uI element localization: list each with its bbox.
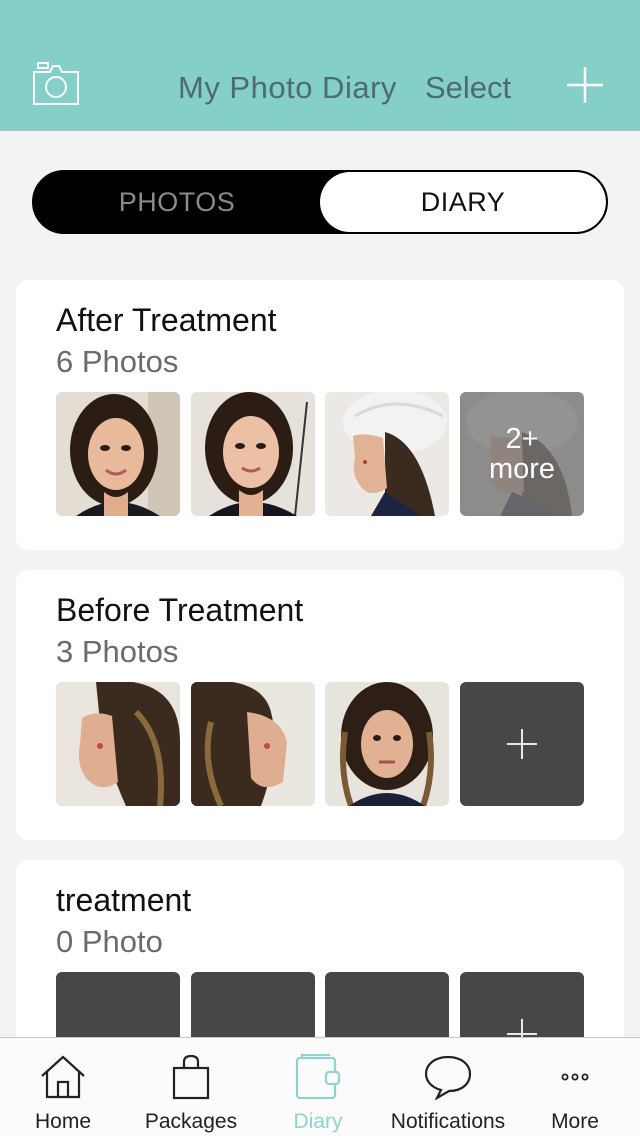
ellipsis-icon xyxy=(560,1054,590,1100)
tab-home[interactable]: Home xyxy=(22,1038,104,1136)
photo-thumbnail[interactable] xyxy=(56,682,180,806)
album-card-before-treatment[interactable]: Before Treatment 3 Photos xyxy=(16,570,624,840)
bottom-tab-bar: Home Packages Diary Notifications More xyxy=(0,1037,640,1136)
photo-thumbnail[interactable] xyxy=(191,682,315,806)
more-label: more xyxy=(488,453,556,485)
tab-label: Packages xyxy=(144,1110,238,1133)
tab-label: Home xyxy=(34,1110,92,1133)
photo-thumbnail[interactable] xyxy=(325,682,449,806)
diary-icon xyxy=(294,1054,342,1100)
select-button[interactable]: Select xyxy=(425,70,511,106)
more-count: 2+ xyxy=(505,423,539,455)
tab-packages[interactable]: Packages xyxy=(140,1038,242,1136)
top-bar: My Photo Diary Select xyxy=(0,0,640,131)
album-name: After Treatment xyxy=(56,302,277,338)
album-photo-count: 3 Photos xyxy=(56,634,179,669)
add-icon[interactable] xyxy=(566,66,604,104)
album-card-after-treatment[interactable]: After Treatment 6 Photos 2+ more xyxy=(16,280,624,550)
more-overlay: 2+ more xyxy=(460,392,584,516)
shopping-bag-icon xyxy=(171,1054,211,1100)
album-name: Before Treatment xyxy=(56,592,304,628)
camera-icon[interactable] xyxy=(30,58,82,110)
thumbnail-row: 2+ more xyxy=(56,392,584,516)
tab-diary[interactable]: DIARY xyxy=(320,172,606,232)
tab-photos[interactable]: PHOTOS xyxy=(34,172,320,232)
photo-thumbnail[interactable] xyxy=(325,392,449,516)
album-photo-count: 6 Photos xyxy=(56,344,179,379)
photo-thumbnail[interactable] xyxy=(56,392,180,516)
tab-notifications[interactable]: Notifications xyxy=(388,1038,508,1136)
tab-label: More xyxy=(551,1110,599,1133)
add-photo-tile[interactable] xyxy=(460,682,584,806)
album-name: treatment xyxy=(56,882,192,918)
tab-diary[interactable]: Diary xyxy=(282,1038,354,1136)
page-title: My Photo Diary xyxy=(178,70,397,105)
thumbnail-row xyxy=(56,682,584,806)
more-photos-tile[interactable]: 2+ more xyxy=(460,392,584,516)
home-icon xyxy=(39,1054,87,1100)
chat-bubble-icon xyxy=(423,1054,473,1101)
view-segmented-control: PHOTOS DIARY xyxy=(32,170,608,234)
photo-thumbnail[interactable] xyxy=(191,392,315,516)
plus-icon xyxy=(507,729,537,759)
album-photo-count: 0 Photo xyxy=(56,924,163,959)
tab-more[interactable]: More xyxy=(545,1038,605,1136)
tab-label: Notifications xyxy=(390,1110,506,1133)
tab-label: Diary xyxy=(293,1110,343,1133)
